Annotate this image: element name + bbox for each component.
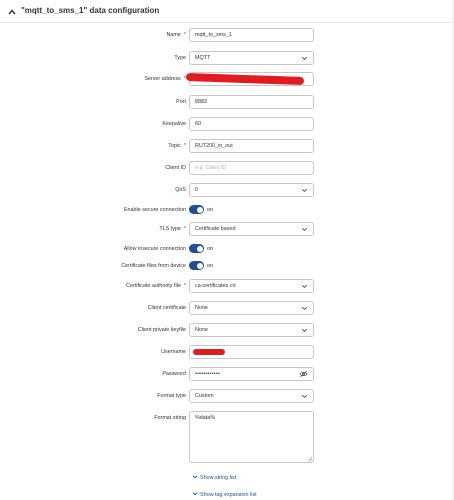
row-username: Username [0, 345, 454, 359]
row-cert-from-device: Certificate files from device on [0, 259, 454, 273]
toggle-knob [196, 245, 203, 252]
keepalive-input[interactable]: 60 [189, 117, 314, 131]
password-label: Password [162, 371, 186, 377]
chevron-down-icon [302, 394, 307, 398]
row-keepalive: Keepalive 60 [0, 117, 454, 131]
format-type-select[interactable]: Custom [189, 389, 314, 403]
name-label: Name * [166, 32, 187, 38]
username-label: Username [161, 349, 186, 355]
row-server-address: Server address * [0, 72, 454, 86]
chevron-down-icon [302, 56, 307, 60]
section-header[interactable]: "mqtt_to_sms_1" data configuration [0, 4, 454, 20]
chevron-down-icon [302, 284, 307, 288]
enable-secure-label: Enable secure connection [123, 207, 186, 213]
qos-select[interactable]: 0 [189, 183, 314, 197]
row-name: Name * mqtt_to_sms_1 [0, 28, 454, 42]
chevron-down-icon [192, 492, 198, 496]
row-topic: Topic * RUT200_in_out [0, 139, 454, 153]
row-client-key: Client private keyfile None [0, 323, 454, 337]
chevron-down-icon [192, 475, 198, 479]
format-string-label: Format string [154, 415, 186, 421]
name-input[interactable]: mqtt_to_sms_1 [189, 28, 314, 42]
tls-type-select[interactable]: Certificate based [189, 222, 314, 236]
port-input[interactable]: 8883 [189, 95, 314, 109]
username-redaction [193, 349, 225, 355]
chevron-down-icon [302, 306, 307, 310]
resize-grip-icon[interactable] [307, 456, 312, 461]
toggle-knob [196, 262, 203, 269]
eye-slash-icon[interactable] [299, 370, 308, 378]
show-string-list-link[interactable]: Show string list [192, 473, 236, 483]
format-string-textarea[interactable]: %data% [189, 411, 314, 463]
tls-type-label: TLS type * [159, 226, 186, 232]
format-type-label: Format type [157, 393, 186, 399]
row-format-type: Format type Custom [0, 389, 454, 403]
topic-input[interactable]: RUT200_in_out [189, 139, 314, 153]
allow-insecure-toggle[interactable] [189, 244, 204, 253]
allow-insecure-label: Allow insecure connection [123, 246, 186, 252]
cert-from-device-label: Certificate files from device [121, 263, 186, 269]
client-id-label: Client ID [165, 165, 186, 171]
row-allow-insecure: Allow insecure connection on [0, 242, 454, 256]
toggle-knob [196, 206, 203, 213]
row-enable-secure: Enable secure connection on [0, 203, 454, 217]
row-ca-file: Certificate authority file * ca-certifica… [0, 279, 454, 293]
show-tag-list-link[interactable]: Show tag expansion list [192, 490, 257, 500]
client-id-input[interactable]: e.g. Client ID [189, 161, 314, 175]
row-type: Type MQTT [0, 51, 454, 65]
type-label: Type [174, 55, 186, 61]
enable-secure-toggle[interactable] [189, 205, 204, 214]
row-password: Password •••••••••••• [0, 367, 454, 381]
client-cert-label: Client certificate [147, 305, 186, 311]
cert-from-device-toggle[interactable] [189, 261, 204, 270]
chevron-down-icon [302, 328, 307, 332]
chevron-down-icon [302, 188, 307, 192]
port-label: Port [176, 99, 186, 105]
keepalive-label: Keepalive [162, 121, 186, 127]
row-client-cert: Client certificate None [0, 301, 454, 315]
topic-label: Topic * [168, 143, 186, 149]
qos-label: QoS [175, 187, 186, 193]
client-key-select[interactable]: None [189, 323, 314, 337]
row-format-string: Format string %data% [0, 411, 454, 463]
client-cert-select[interactable]: None [189, 301, 314, 315]
cert-from-device-state: on [207, 263, 213, 269]
password-input[interactable]: •••••••••••• [189, 367, 314, 381]
header-divider [0, 22, 454, 23]
section-title: "mqtt_to_sms_1" data configuration [21, 6, 160, 15]
row-tls-type: TLS type * Certificate based [0, 222, 454, 236]
ca-file-label: Certificate authority file * [126, 283, 186, 289]
type-select[interactable]: MQTT [189, 51, 314, 65]
chevron-down-icon [302, 227, 307, 231]
allow-insecure-state: on [207, 246, 213, 252]
row-qos: QoS 0 [0, 183, 454, 197]
ca-file-select[interactable]: ca-certificates.crt [189, 279, 314, 293]
enable-secure-state: on [207, 207, 213, 213]
row-port: Port 8883 [0, 95, 454, 109]
client-key-label: Client private keyfile [137, 327, 186, 333]
row-client-id: Client ID e.g. Client ID [0, 161, 454, 175]
chevron-up-icon[interactable] [7, 7, 17, 17]
server-address-label: Server address * [144, 76, 186, 82]
